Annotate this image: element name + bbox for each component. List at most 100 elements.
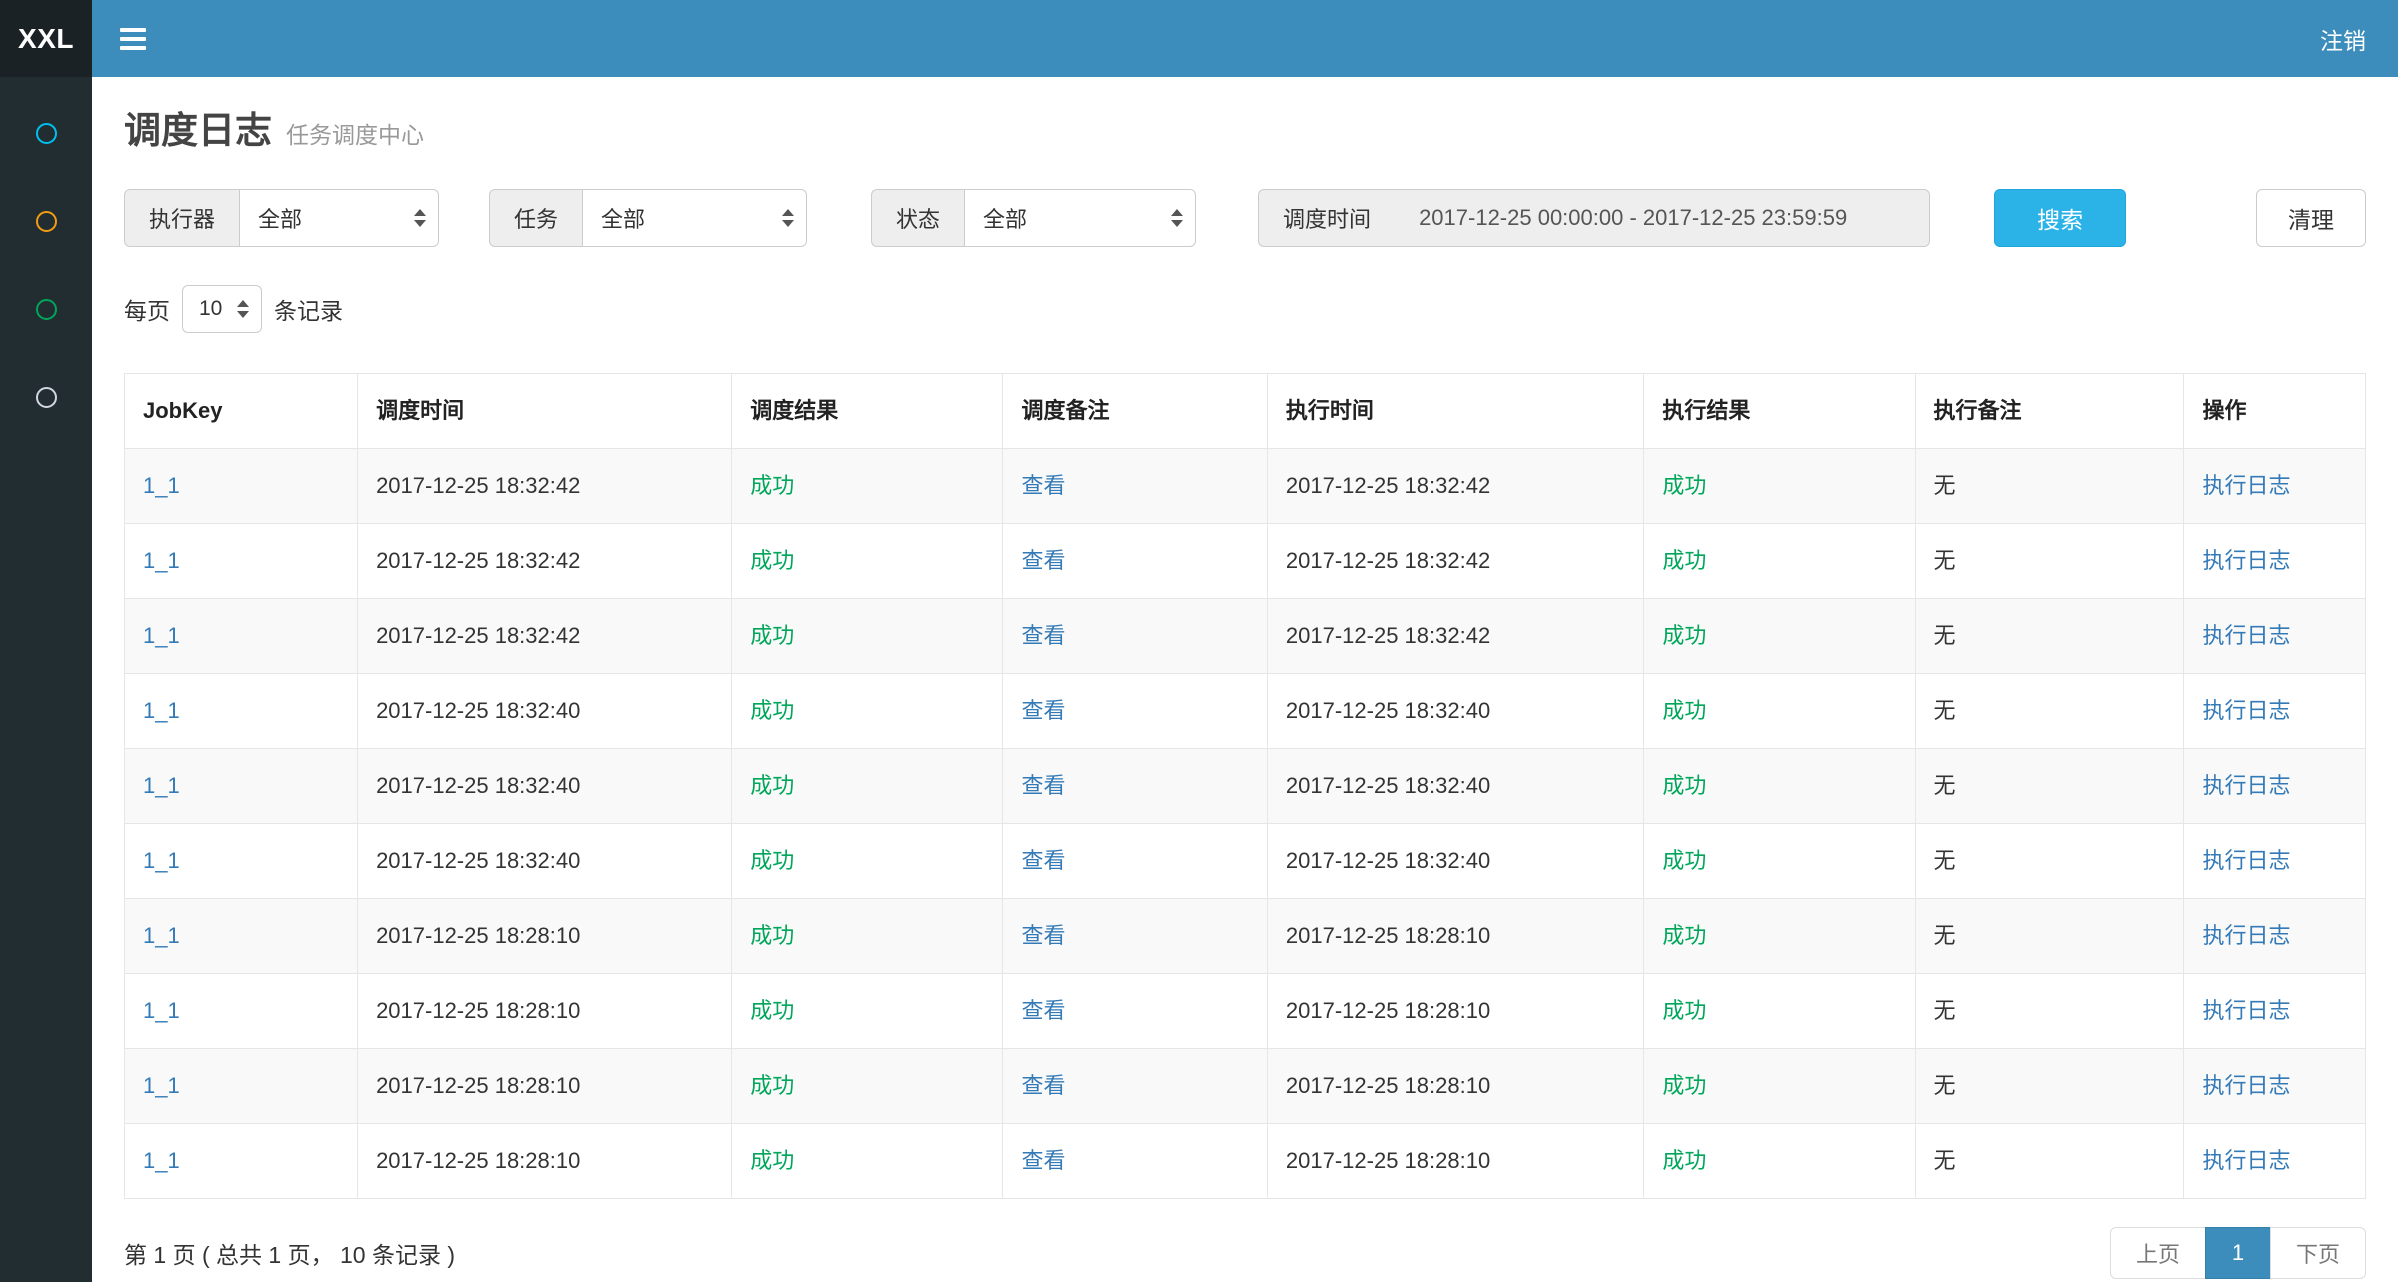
cell-jobkey: 1_1	[125, 974, 358, 1049]
jobkey-link[interactable]: 1_1	[143, 698, 180, 723]
trigger-msg-link[interactable]: 查看	[1021, 473, 1065, 498]
cell-action: 执行日志	[2184, 824, 2366, 899]
clear-logs-button[interactable]: 清理	[2256, 189, 2366, 247]
table-row: 1_12017-12-25 18:32:40成功查看2017-12-25 18:…	[125, 674, 2366, 749]
select-arrows-icon	[414, 209, 426, 227]
cell-handle_msg: 无	[1915, 1124, 2184, 1199]
cell-trigger_time: 2017-12-25 18:28:10	[358, 1049, 732, 1124]
column-header: JobKey	[125, 374, 358, 449]
current-page-button[interactable]: 1	[2205, 1227, 2271, 1279]
cell-trigger_time: 2017-12-25 18:32:40	[358, 824, 732, 899]
status-select[interactable]: 全部	[964, 189, 1196, 247]
prev-page-button[interactable]: 上页	[2110, 1227, 2206, 1279]
jobkey-link[interactable]: 1_1	[143, 773, 180, 798]
cell-handle_result: 成功	[1644, 974, 1915, 1049]
column-header: 调度时间	[358, 374, 732, 449]
cell-action: 执行日志	[2184, 899, 2366, 974]
view-exec-log-link[interactable]: 执行日志	[2202, 548, 2290, 573]
jobkey-link[interactable]: 1_1	[143, 998, 180, 1023]
jobkey-link[interactable]: 1_1	[143, 1148, 180, 1173]
trigger-result: 成功	[750, 548, 794, 573]
column-header: 调度备注	[1003, 374, 1267, 449]
jobkey-link[interactable]: 1_1	[143, 848, 180, 873]
column-header: 调度结果	[732, 374, 1003, 449]
cell-trigger_time: 2017-12-25 18:32:42	[358, 524, 732, 599]
jobkey-link[interactable]: 1_1	[143, 923, 180, 948]
job-select[interactable]: 全部	[582, 189, 807, 247]
trigger-msg-link[interactable]: 查看	[1021, 623, 1065, 648]
pagination: 上页 1 下页	[2110, 1227, 2366, 1279]
trigger-msg-link[interactable]: 查看	[1021, 548, 1065, 573]
trigger-time: 2017-12-25 18:32:40	[376, 698, 580, 723]
app-logo[interactable]: XXL	[0, 0, 92, 77]
joblog-table: JobKey调度时间调度结果调度备注执行时间执行结果执行备注操作 1_1 2017…	[124, 373, 2366, 1199]
next-page-button[interactable]: 下页	[2270, 1227, 2366, 1279]
jobkey-link[interactable]: 1_1	[143, 548, 180, 573]
select-arrows-icon	[782, 209, 794, 227]
handle-time: 2017-12-25 18:28:10	[1286, 923, 1490, 948]
view-exec-log-link[interactable]: 执行日志	[2202, 698, 2290, 723]
cell-trigger_result: 成功	[732, 599, 1003, 674]
log-table-header-row: JobKey调度时间调度结果调度备注执行时间执行结果执行备注操作	[125, 374, 2366, 449]
trigger-time: 2017-12-25 18:32:42	[376, 548, 580, 573]
cell-action: 执行日志	[2184, 749, 2366, 824]
trigger-msg-link[interactable]: 查看	[1021, 698, 1065, 723]
handle-result: 成功	[1662, 623, 1706, 648]
cell-handle_time: 2017-12-25 18:28:10	[1267, 899, 1643, 974]
handle-result: 成功	[1662, 773, 1706, 798]
cell-handle_msg: 无	[1915, 674, 2184, 749]
sidebar-item-4[interactable]	[0, 353, 92, 441]
trigger-msg-link[interactable]: 查看	[1021, 998, 1065, 1023]
select-arrows-icon	[237, 300, 249, 318]
trigger-time-range-input[interactable]: 2017-12-25 00:00:00 - 2017-12-25 23:59:5…	[1395, 189, 1930, 247]
sidebar-item-1[interactable]	[0, 89, 92, 177]
trigger-time: 2017-12-25 18:28:10	[376, 1148, 580, 1173]
view-exec-log-link[interactable]: 执行日志	[2202, 923, 2290, 948]
trigger-result: 成功	[750, 848, 794, 873]
jobkey-link[interactable]: 1_1	[143, 623, 180, 648]
page-size-prefix: 每页	[124, 292, 170, 326]
sidebar-item-3[interactable]	[0, 265, 92, 353]
trigger-result: 成功	[750, 923, 794, 948]
job-filter-label: 任务	[489, 189, 582, 247]
trigger-msg-link[interactable]: 查看	[1021, 773, 1065, 798]
trigger-time: 2017-12-25 18:32:42	[376, 623, 580, 648]
handle-msg: 无	[1934, 923, 1956, 948]
handle-msg: 无	[1934, 1148, 1956, 1173]
view-exec-log-link[interactable]: 执行日志	[2202, 1073, 2290, 1098]
trigger-msg-link[interactable]: 查看	[1021, 1073, 1065, 1098]
view-exec-log-link[interactable]: 执行日志	[2202, 773, 2290, 798]
page-size-select[interactable]: 10	[182, 285, 262, 333]
trigger-msg-link[interactable]: 查看	[1021, 1148, 1065, 1173]
cell-jobkey: 1_1	[125, 899, 358, 974]
trigger-msg-link[interactable]: 查看	[1021, 848, 1065, 873]
sidebar-toggle-button[interactable]	[92, 0, 174, 77]
sidebar-item-2[interactable]	[0, 177, 92, 265]
trigger-result: 成功	[750, 473, 794, 498]
cell-trigger_result: 成功	[732, 749, 1003, 824]
handle-result: 成功	[1662, 998, 1706, 1023]
page-size-value: 10	[199, 297, 222, 321]
page-subtitle: 任务调度中心	[286, 122, 424, 148]
sidebar-menu	[0, 77, 92, 1282]
jobkey-link[interactable]: 1_1	[143, 473, 180, 498]
handle-time: 2017-12-25 18:28:10	[1286, 1073, 1490, 1098]
view-exec-log-link[interactable]: 执行日志	[2202, 848, 2290, 873]
cell-jobkey: 1_1	[125, 524, 358, 599]
trigger-msg-link[interactable]: 查看	[1021, 923, 1065, 948]
executor-select[interactable]: 全部	[239, 189, 439, 247]
cell-jobkey: 1_1	[125, 824, 358, 899]
search-button[interactable]: 搜索	[1994, 189, 2126, 247]
page-header: 调度日志任务调度中心	[116, 77, 2374, 157]
jobkey-link[interactable]: 1_1	[143, 1073, 180, 1098]
cell-action: 执行日志	[2184, 974, 2366, 1049]
cell-handle_time: 2017-12-25 18:32:40	[1267, 749, 1643, 824]
handle-result: 成功	[1662, 698, 1706, 723]
view-exec-log-link[interactable]: 执行日志	[2202, 473, 2290, 498]
logout-button[interactable]: 注销	[2288, 0, 2398, 77]
view-exec-log-link[interactable]: 执行日志	[2202, 623, 2290, 648]
view-exec-log-link[interactable]: 执行日志	[2202, 1148, 2290, 1173]
trigger-result: 成功	[750, 1148, 794, 1173]
view-exec-log-link[interactable]: 执行日志	[2202, 998, 2290, 1023]
table-footer: 第 1 页 ( 总共 1 页， 10 条记录 ) 上页 1 下页	[124, 1227, 2366, 1279]
